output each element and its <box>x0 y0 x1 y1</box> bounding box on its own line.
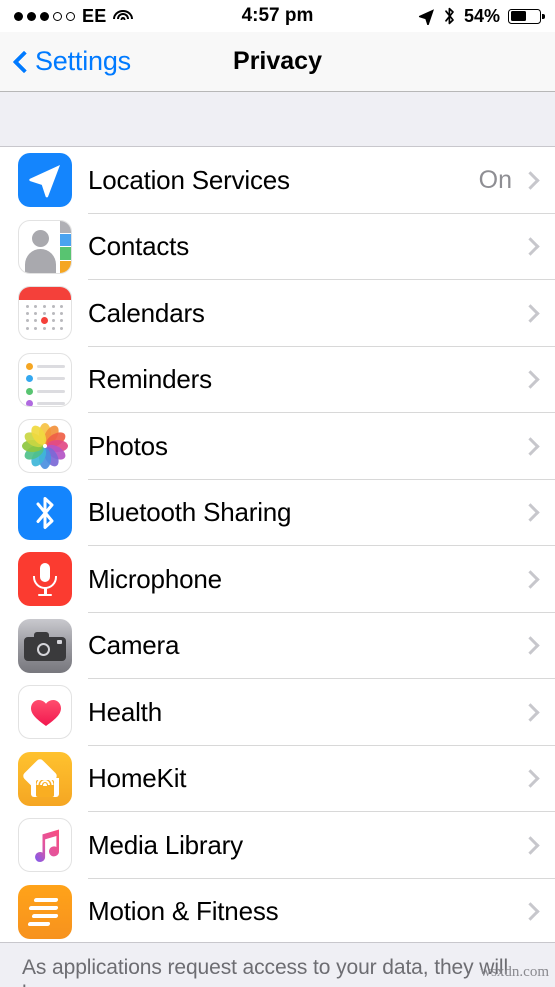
list-item-health[interactable]: Health <box>0 679 555 746</box>
battery-percent-label: 54% <box>463 5 500 26</box>
signal-strength-icon <box>14 11 75 21</box>
list-item-label: Contacts <box>88 231 190 262</box>
footer-text: As applications request access to your d… <box>22 956 509 987</box>
back-button[interactable]: Settings <box>10 46 131 77</box>
status-bar: EE 4:57 pm 54% <box>0 0 555 32</box>
chevron-right-icon <box>521 902 540 921</box>
list-item-camera[interactable]: Camera <box>0 612 555 679</box>
section-gap <box>0 92 555 147</box>
reminders-icon <box>18 352 72 407</box>
wifi-icon <box>113 9 134 24</box>
list-item-label: Reminders <box>88 364 212 395</box>
chevron-left-icon <box>12 50 36 73</box>
list-item-photos[interactable]: Photos <box>0 413 555 480</box>
chevron-right-icon <box>521 636 540 655</box>
contacts-icon <box>18 219 72 274</box>
nav-bar: Settings Privacy <box>0 32 555 92</box>
list-item-label: Health <box>88 696 162 727</box>
list-item-microphone[interactable]: Microphone <box>0 546 555 613</box>
media-library-icon <box>18 818 72 873</box>
chevron-right-icon <box>521 836 540 855</box>
bluetooth-sharing-icon <box>18 485 72 540</box>
back-button-label: Settings <box>35 46 131 76</box>
list-item-location-services[interactable]: Location Services On <box>0 147 555 214</box>
bluetooth-icon <box>445 7 454 25</box>
chevron-right-icon <box>521 703 540 722</box>
chevron-right-icon <box>521 769 540 788</box>
chevron-right-icon <box>521 503 540 522</box>
list-item-contacts[interactable]: Contacts <box>0 213 555 280</box>
status-bar-left: EE <box>14 5 134 27</box>
list-item-bluetooth-sharing[interactable]: Bluetooth Sharing <box>0 479 555 546</box>
list-item-label: HomeKit <box>88 763 187 794</box>
list-item-label: Calendars <box>88 297 205 328</box>
chevron-right-icon <box>521 304 540 323</box>
list-item-label: Microphone <box>88 563 222 594</box>
camera-icon <box>18 618 72 673</box>
watermark: wsxdn.com <box>480 964 549 980</box>
list-item-label: Camera <box>88 630 180 661</box>
footer-note: As applications request access to your d… <box>0 942 555 987</box>
chevron-right-icon <box>521 171 540 190</box>
list-item-calendars[interactable]: Calendars <box>0 280 555 347</box>
list-item-label: Photos <box>88 430 168 461</box>
calendars-icon <box>18 286 72 341</box>
chevron-right-icon <box>521 370 540 389</box>
list-item-homekit[interactable]: HomeKit <box>0 745 555 812</box>
battery-icon <box>508 8 545 24</box>
location-arrow-icon <box>418 8 434 25</box>
motion-fitness-icon <box>18 884 72 939</box>
chevron-right-icon <box>521 237 540 256</box>
photos-icon <box>18 419 72 474</box>
privacy-list: Location Services On Contacts Calendars <box>0 147 555 945</box>
list-item-value: On <box>478 165 512 194</box>
homekit-icon <box>18 751 72 806</box>
iphone-screen: EE 4:57 pm 54% Settings Privacy Location… <box>0 0 555 987</box>
list-item-label: Location Services <box>88 164 290 195</box>
status-bar-right: 54% <box>418 5 545 27</box>
list-item-media-library[interactable]: Media Library <box>0 812 555 879</box>
list-item-label: Motion & Fitness <box>88 896 279 927</box>
list-item-motion-fitness[interactable]: Motion & Fitness <box>0 878 555 945</box>
carrier-label: EE <box>82 5 107 26</box>
list-item-label: Media Library <box>88 829 243 860</box>
chevron-right-icon <box>521 437 540 456</box>
microphone-icon <box>18 552 72 607</box>
location-services-icon <box>18 153 72 208</box>
chevron-right-icon <box>521 570 540 589</box>
list-item-reminders[interactable]: Reminders <box>0 346 555 413</box>
list-item-label: Bluetooth Sharing <box>88 497 292 528</box>
health-icon <box>18 685 72 740</box>
